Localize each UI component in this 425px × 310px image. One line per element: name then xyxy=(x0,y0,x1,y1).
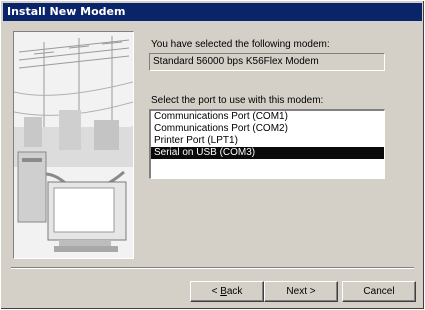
port-item-usb-com3[interactable]: Serial on USB (COM3) xyxy=(151,147,384,159)
title-bar: Install New Modem xyxy=(3,3,422,21)
selected-modem-field: Standard 56000 bps K56Flex Modem xyxy=(149,53,385,71)
back-prefix: < xyxy=(211,286,221,297)
modem-computer-illustration xyxy=(13,31,134,259)
install-modem-dialog: Install New Modem You have selected the … xyxy=(0,0,425,310)
illustration-icon xyxy=(14,32,133,258)
window-title: Install New Modem xyxy=(7,5,126,18)
next-button[interactable]: Next > xyxy=(264,281,338,302)
back-mnemonic: B xyxy=(220,286,227,297)
port-select-label: Select the port to use with this modem: xyxy=(151,95,324,106)
port-item-com2[interactable]: Communications Port (COM2) xyxy=(151,123,384,135)
back-button[interactable]: < Back xyxy=(190,281,264,302)
port-item-com1[interactable]: Communications Port (COM1) xyxy=(151,111,384,123)
port-item-lpt1[interactable]: Printer Port (LPT1) xyxy=(151,135,384,147)
cancel-button[interactable]: Cancel xyxy=(342,281,416,302)
back-rest: ack xyxy=(226,286,243,297)
selected-modem-label: You have selected the following modem: xyxy=(151,39,330,50)
button-separator xyxy=(11,267,414,269)
port-listbox[interactable]: Communications Port (COM1) Communication… xyxy=(149,109,385,179)
